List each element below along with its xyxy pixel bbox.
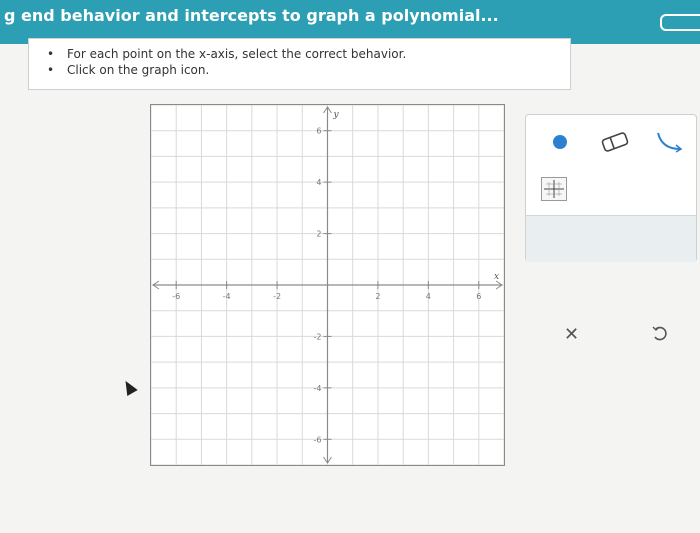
y-tick-label: -4	[314, 384, 322, 393]
curve-icon[interactable]	[654, 129, 684, 159]
y-tick-label: -6	[314, 435, 322, 444]
y-tick-label: 6	[316, 127, 321, 136]
x-tick-label: 2	[375, 292, 380, 301]
y-axis-label: y	[333, 110, 340, 120]
page-title: g end behavior and intercepts to graph a…	[4, 6, 499, 25]
tool-footer: ✕	[526, 215, 696, 345]
instruction-item: • Click on the graph icon.	[47, 63, 210, 77]
x-axis-label: x	[494, 272, 499, 282]
x-tick-label: 6	[476, 292, 481, 301]
x-tick-label: -4	[223, 292, 231, 301]
instructions-panel: • For each point on the x-axis, select t…	[28, 38, 571, 90]
tool-palette: ✕	[525, 114, 697, 345]
graph-icon[interactable]	[541, 177, 567, 201]
eraser-icon[interactable]	[600, 131, 630, 157]
y-tick-label: -2	[314, 332, 322, 341]
cursor-icon	[120, 377, 138, 397]
filled-dot-icon[interactable]	[553, 135, 567, 149]
instruction-text: For each point on the x-axis, select the…	[67, 47, 407, 61]
instruction-text: Click on the graph icon.	[67, 63, 210, 77]
graph-area[interactable]: x y -6 -4 -2 2 4 6 6 4 2 -2 -4 -6	[150, 104, 505, 466]
y-tick-label: 4	[316, 178, 321, 187]
x-tick-label: -6	[172, 292, 180, 301]
x-tick-label: -2	[273, 292, 281, 301]
close-icon[interactable]: ✕	[564, 324, 579, 345]
instruction-item: • For each point on the x-axis, select t…	[47, 47, 407, 61]
bullet-icon: •	[47, 47, 55, 61]
x-tick-label: 4	[426, 292, 431, 301]
undo-icon[interactable]	[650, 324, 670, 348]
coordinate-grid[interactable]: x y -6 -4 -2 2 4 6 6 4 2 -2 -4 -6	[151, 105, 504, 465]
y-tick-label: 2	[316, 230, 321, 239]
toggle-icon[interactable]	[660, 14, 700, 31]
bullet-icon: •	[47, 63, 55, 77]
